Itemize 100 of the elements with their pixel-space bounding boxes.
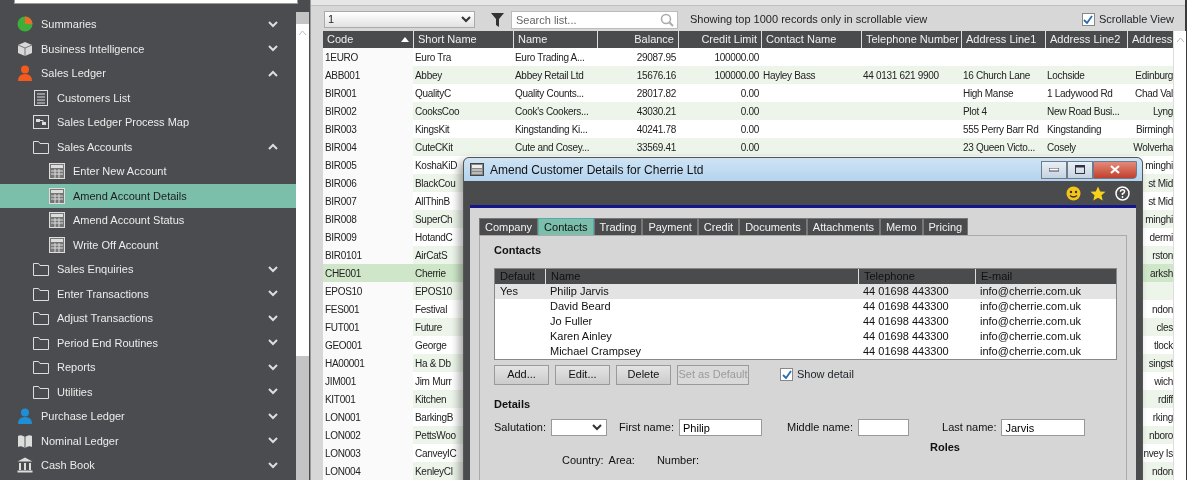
chevron-down-icon[interactable]	[268, 461, 278, 469]
table-cell-text: 15676.16	[636, 68, 676, 83]
checkbox[interactable]	[1082, 13, 1095, 26]
chevron-down-icon[interactable]	[268, 20, 278, 28]
sidebar-item[interactable]: Reports	[0, 355, 296, 380]
tab[interactable]: Contacts	[538, 218, 594, 235]
sidebar-item[interactable]: Adjust Transactions	[0, 306, 296, 331]
table-cell-text: Cherrie	[415, 266, 446, 281]
chevron-down-icon[interactable]	[268, 45, 278, 53]
table-cell-text: info@cherrie.com.uk	[979, 298, 1083, 314]
table-cell-text: ABB001	[325, 68, 360, 83]
scrollbar[interactable]	[296, 12, 309, 480]
table-cell-text: HA00001	[325, 356, 365, 371]
table-cell-text: arksh	[1150, 266, 1173, 281]
table-cell-text: 0.00	[740, 122, 759, 137]
table-cell-text: CooksCoo	[415, 104, 460, 119]
search-field[interactable]: Search list...	[511, 10, 678, 29]
tab[interactable]: Memo	[879, 218, 923, 235]
chevron-down-icon[interactable]	[268, 290, 278, 298]
table-cell-text: tlock	[1153, 338, 1173, 353]
text-field[interactable]: Philip	[679, 419, 762, 436]
sidebar-item[interactable]: Customers List	[0, 85, 296, 110]
tab[interactable]: Trading	[593, 218, 643, 235]
button[interactable]: Add...	[494, 364, 549, 385]
tab[interactable]: Company	[479, 218, 539, 235]
table-cell-text: rking	[1152, 410, 1173, 425]
window-icon	[470, 163, 484, 176]
sidebar-item[interactable]: Business Intelligence	[0, 36, 296, 61]
text-field[interactable]	[858, 419, 910, 436]
button[interactable]: Delete	[616, 364, 671, 385]
star-icon[interactable]	[1090, 185, 1106, 201]
chevron-down-icon[interactable]	[268, 412, 278, 420]
sidebar-item[interactable]: Enter Transactions	[0, 281, 296, 306]
table-cell-text: Quality Counts...	[515, 86, 584, 101]
table-cell-text: Cute and Cosey...	[515, 140, 590, 155]
minimize-button[interactable]	[1041, 160, 1067, 179]
table-cell-text: minghi	[1145, 158, 1173, 173]
chevron-down-icon[interactable]	[268, 314, 278, 322]
table-cell-text: st Mid	[1148, 194, 1173, 209]
chevron-down-icon[interactable]	[268, 339, 278, 347]
bank-icon	[17, 457, 33, 474]
table-row[interactable]: 1EURO Euro Tra Euro Trading A... 29087.95 100000.00	[323, 48, 1173, 66]
sidebar-item[interactable]: Sales Ledger	[0, 61, 296, 86]
table-cell-text: minghi	[1145, 212, 1173, 227]
checkbox[interactable]	[780, 368, 793, 381]
chevron-up-icon[interactable]	[268, 143, 278, 151]
sidebar-item[interactable]: Amend Account Status	[0, 208, 296, 233]
sidebar-item[interactable]: Utilities	[0, 379, 296, 404]
table-cell-text: Michael Crampsey	[549, 343, 643, 359]
column-header[interactable]: Code	[323, 31, 413, 48]
sidebar-item[interactable]: Nominal Ledger	[0, 428, 296, 453]
chevron-down-icon[interactable]	[268, 265, 278, 273]
sidebar-item[interactable]: Purchase Ledger	[0, 404, 296, 429]
checkbox-label[interactable]: Show detail	[797, 366, 854, 383]
folder-icon	[33, 285, 49, 302]
sidebar-item[interactable]: Sales Enquiries	[0, 257, 296, 282]
table-row[interactable]: BIR002 CooksCoo Cook's Cookers... 43030.21 0.00 Plot 4 New Road Busi... Lyng	[323, 102, 1173, 120]
table-cell-text: LON004	[325, 464, 361, 479]
text-field[interactable]: Jarvis	[1001, 419, 1086, 436]
help-icon[interactable]	[1115, 185, 1130, 201]
table-cell-text: 1 Ladywood Rd	[1047, 86, 1113, 101]
chevron-down-icon[interactable]	[268, 363, 278, 371]
checkbox-label[interactable]: Scrollable View	[1099, 11, 1174, 28]
chevron-down-icon[interactable]	[268, 388, 278, 396]
tab[interactable]: Payment	[642, 218, 698, 235]
table-row[interactable]: BIR001 QualityC Quality Counts... 28017.82 0.00 High Manse 1 Ladywood Rd Chad Val	[323, 84, 1173, 102]
table-cell-text: cles	[1156, 320, 1173, 335]
sidebar-item[interactable]: Summaries	[0, 12, 296, 37]
tab[interactable]: Credit	[697, 218, 740, 235]
smiley-icon[interactable]	[1066, 185, 1081, 201]
table-cell-text: David Beard	[549, 298, 612, 314]
page-dropdown[interactable]: 1	[324, 11, 475, 28]
table-cell-text: 0.00	[740, 104, 759, 119]
scrollbar[interactable]	[1173, 31, 1186, 480]
table-cell-text: Lyng	[1152, 104, 1173, 119]
tab[interactable]: Pricing	[922, 218, 969, 235]
close-button[interactable]	[1093, 160, 1137, 179]
table-cell-text: HotandC	[415, 230, 453, 245]
search-icon	[660, 12, 674, 27]
sidebar-item[interactable]: Write Off Account	[0, 232, 296, 257]
filter-icon[interactable]	[491, 12, 504, 27]
chevron-down-icon[interactable]	[268, 437, 278, 445]
sidebar-item[interactable]: Enter New Account	[0, 159, 296, 184]
sidebar-item[interactable]: Cash Book	[0, 453, 296, 478]
sidebar-item[interactable]: Sales Accounts	[0, 134, 296, 159]
tab[interactable]: Attachments	[806, 218, 880, 235]
chevron-up-icon[interactable]	[268, 69, 278, 77]
maximize-button[interactable]	[1067, 160, 1093, 179]
tab[interactable]: Documents	[739, 218, 807, 235]
dropdown[interactable]	[551, 419, 607, 436]
table-cell-text: New Road Busi...	[1047, 104, 1120, 119]
table-row[interactable]: ABB001 Abbey Abbey Retail Ltd 15676.16 100000.00 Hayley Bass 44 0131 621 9900 16 Church Lane Lochside Edinburg	[323, 66, 1173, 84]
sidebar-item[interactable]: Sales Ledger Process Map	[0, 110, 296, 135]
button[interactable]: Edit...	[555, 364, 610, 385]
table-row[interactable]: BIR004 CuteCKit Cute and Cosey... 33569.41 0.00 23 Queen Victo... Cosely Wolverha	[323, 138, 1173, 156]
sidebar-item[interactable]: Period End Routines	[0, 330, 296, 355]
table-row[interactable]: BIR003 KingsKit Kingstanding Ki... 40241.78 0.00 555 Perry Barr Rd Kingstanding Birmingh	[323, 120, 1173, 138]
field-label: Middle name:	[787, 420, 854, 436]
table-cell-text: BIR003	[325, 122, 357, 137]
sidebar-item[interactable]: Amend Account Details	[0, 183, 296, 208]
